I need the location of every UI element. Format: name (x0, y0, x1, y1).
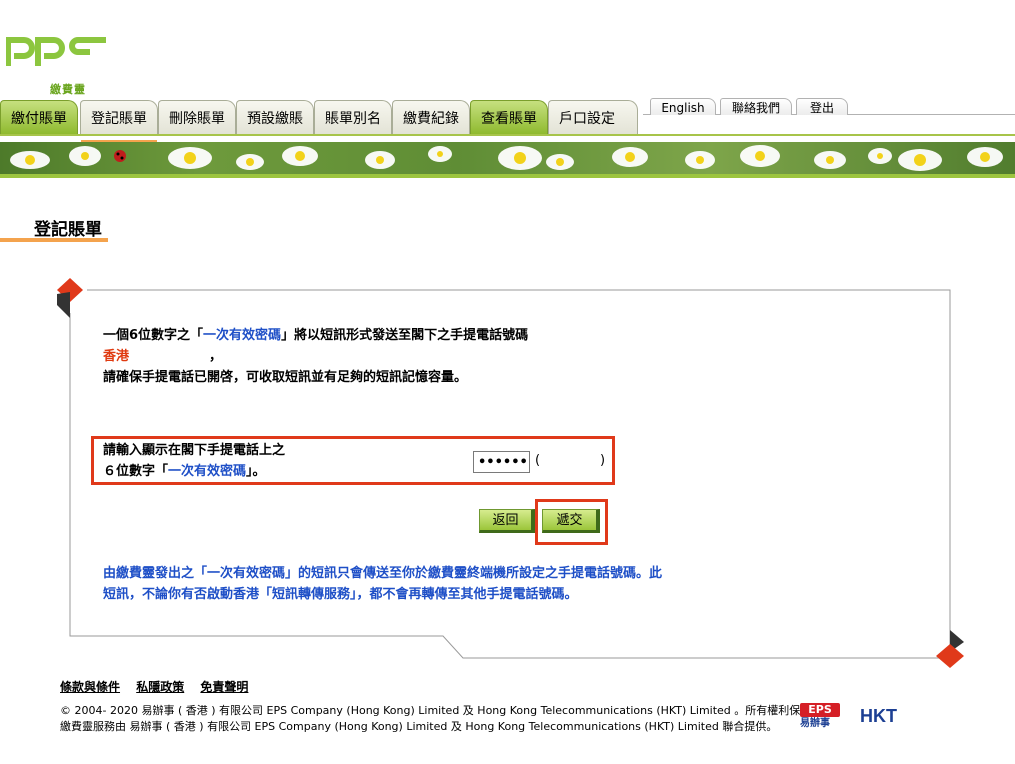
disclaimer-link[interactable]: 免責聲明 (200, 680, 248, 694)
otp-entry-label-prefix: ６位數字「 (103, 464, 169, 479)
pps-page: 繳費靈 繳付賬單 登記賬單 刪除賬單 預設繳賬 賬單別名 繳費紀錄 查看賬單 戶… (0, 0, 1015, 764)
page-title: 登記賬單 (34, 220, 102, 240)
contact-us-link[interactable]: 聯絡我們 (720, 98, 792, 115)
tab-register-bills[interactable]: 登記賬單 (80, 100, 158, 144)
otp-entry-label-otp-term: 一次有效密碼 (168, 464, 247, 479)
otp-info-line2: 香港 ， (103, 347, 222, 367)
otp-entry-label-line2: ６位數字「一次有效密碼」。 (103, 462, 266, 482)
otp-paren-close: ) (600, 453, 606, 468)
pps-logo-mark (6, 37, 106, 66)
eps-logo-badge: EPS (800, 703, 840, 717)
terms-link[interactable]: 條款與條件 (60, 680, 120, 694)
otp-paren-open: ( (535, 453, 541, 468)
back-button[interactable]: 返回 (479, 509, 535, 533)
pps-logo[interactable]: 繳費靈 (6, 28, 116, 96)
otp-info-line1: 一個6位數字之「一次有效密碼」將以短訊形式發送至閣下之手提電話號碼 (103, 326, 528, 346)
tab-pay-bills[interactable]: 繳付賬單 (0, 100, 78, 134)
otp-info-prefix: 一個6位數字之「 (103, 328, 204, 343)
daisy-banner (0, 142, 1015, 174)
hkt-logo: HKT (860, 706, 897, 726)
tab-preset-payment[interactable]: 預設繳賬 (236, 100, 314, 134)
submit-button[interactable]: 遞交 (542, 509, 600, 533)
otp-entry-label-suffix: 」。 (246, 464, 266, 479)
otp-input[interactable] (473, 451, 530, 473)
pps-logo-subtitle: 繳費靈 (50, 83, 86, 96)
sms-note-line1: 由繳費靈發出之「一次有效密碼」的短訊只會傳送至你於繳費靈終端機所設定之手提電話號… (103, 566, 663, 581)
phone-region: 香港 (103, 349, 130, 364)
tab-payment-records[interactable]: 繳費紀錄 (392, 100, 470, 134)
banner-bottom-bar (0, 174, 1015, 178)
eps-logo: EPS 易辦事 (800, 703, 840, 733)
phone-region-suffix: ， (209, 349, 223, 364)
copyright-line2: 繳費靈服務由 易辦事 ( 香港 ) 有限公司 EPS Company (Hong… (60, 720, 778, 733)
copyright-text: © 2004- 2020 易辦事 ( 香港 ) 有限公司 EPS Company… (60, 703, 822, 735)
tab-account-settings[interactable]: 戶口設定 (548, 100, 638, 134)
daisy-banner-image (10, 145, 1003, 171)
footer-links: 條款與條件 私隱政策 免責聲明 (60, 678, 260, 695)
logout-link[interactable]: 登出 (796, 98, 848, 115)
tab-delete-bills[interactable]: 刪除賬單 (158, 100, 236, 134)
otp-info-suffix: 」將以短訊形式發送至閣下之手提電話號碼 (281, 328, 529, 343)
otp-info-line3: 請確保手提電話已開啓，可收取短訊並有足夠的短訊記憶容量。 (103, 370, 468, 385)
page-title-underline (0, 238, 108, 242)
tab-bill-alias[interactable]: 賬單別名 (314, 100, 392, 134)
tab-view-bills[interactable]: 查看賬單 (470, 100, 548, 134)
english-link[interactable]: English (650, 98, 716, 115)
otp-entry-label-line1: 請輸入顯示在閣下手提電話上之 (103, 443, 286, 458)
privacy-link[interactable]: 私隱政策 (136, 680, 184, 694)
otp-info-otp-term: 一次有效密碼 (203, 328, 282, 343)
copyright-line1: © 2004- 2020 易辦事 ( 香港 ) 有限公司 EPS Company… (60, 704, 823, 717)
sms-note-line2: 短訊，不論你有否啟動香港「短訊轉傳服務」，都不會再轉傳至其他手提電話號碼。 (103, 587, 578, 602)
eps-logo-chinese: 易辦事 (800, 718, 830, 729)
